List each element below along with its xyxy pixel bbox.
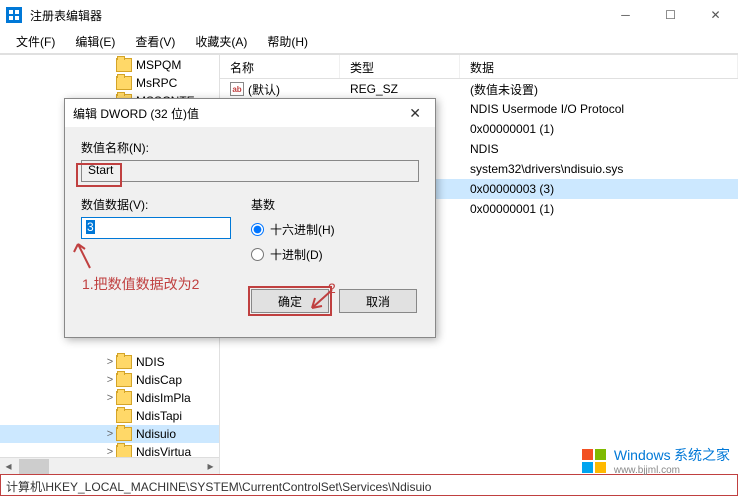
edit-dword-dialog: 编辑 DWORD (32 位)值 ✕ 数值名称(N): Start 数值数据(V… [64,98,436,338]
windows-logo-icon [580,447,608,475]
cell-name: ab (默认) [220,81,340,98]
folder-icon [116,355,132,369]
expand-icon[interactable]: > [104,392,116,404]
value-name-field[interactable]: Start [81,160,419,182]
col-type[interactable]: 类型 [340,55,460,78]
value-data-field[interactable]: 3 [81,217,231,239]
folder-icon [116,427,132,441]
scroll-thumb[interactable] [19,459,49,474]
value-data-label: 数值数据(V): [81,196,251,213]
cancel-button[interactable]: 取消 [339,289,417,313]
radio-hex[interactable]: 十六进制(H) [251,221,335,238]
cell-data: 0x00000001 (1) [460,122,738,136]
tree-item[interactable]: > Ndisuio [0,425,219,443]
window-title: 注册表编辑器 [30,7,102,24]
close-button[interactable]: ✕ [693,0,738,30]
string-value-icon: ab [230,82,244,96]
tree-item[interactable]: NdisTapi [0,407,219,425]
tree-item-label: Ndisuio [136,427,176,441]
statusbar-path: 计算机\HKEY_LOCAL_MACHINE\SYSTEM\CurrentCon… [0,474,738,496]
expand-icon[interactable]: > [104,428,116,440]
col-name[interactable]: 名称 [220,55,340,78]
folder-icon [116,409,132,423]
cell-data: NDIS [460,142,738,156]
radio-hex-input[interactable] [251,223,264,236]
folder-icon [116,373,132,387]
folder-icon [116,58,132,72]
watermark-suffix: 系统之家 [674,447,730,463]
menubar: 文件(F) 编辑(E) 查看(V) 收藏夹(A) 帮助(H) [0,30,738,54]
watermark-url: www.bjjml.com [614,465,730,476]
tree-item[interactable]: MSPQM [0,56,219,74]
cell-data: (数值未设置) [460,81,738,98]
cell-type: REG_SZ [340,82,460,96]
menu-help[interactable]: 帮助(H) [257,31,318,52]
tree-horizontal-scrollbar[interactable]: ◂ ▸ [0,457,219,474]
dialog-title: 编辑 DWORD (32 位)值 [73,105,199,122]
dialog-close-button[interactable]: ✕ [403,105,427,122]
radio-dec-input[interactable] [251,248,264,261]
cell-data: NDIS Usermode I/O Protocol [460,102,738,116]
folder-icon [116,76,132,90]
tree-item-label: NdisTapi [136,409,182,423]
tree-item-label: NdisCap [136,373,182,387]
window-titlebar: 注册表编辑器 ─ ☐ ✕ [0,0,738,30]
menu-favorites[interactable]: 收藏夹(A) [185,31,257,52]
regedit-icon [6,7,22,23]
list-row[interactable]: ab (默认) REG_SZ(数值未设置) [220,79,738,99]
expand-icon[interactable]: > [104,374,116,386]
expand-icon[interactable]: > [104,356,116,368]
tree-item-label: MsRPC [136,76,177,90]
value-name-label: 数值名称(N): [81,139,419,156]
minimize-button[interactable]: ─ [603,0,648,30]
maximize-button[interactable]: ☐ [648,0,693,30]
tree-item[interactable]: MsRPC [0,74,219,92]
tree-item-label: MSPQM [136,58,181,72]
base-label: 基数 [251,196,335,213]
radio-dec[interactable]: 十进制(D) [251,246,335,263]
tree-item[interactable]: > NdisImPla [0,389,219,407]
dialog-titlebar: 编辑 DWORD (32 位)值 ✕ [65,99,435,127]
cell-data: 0x00000001 (1) [460,202,738,216]
watermark: Windows 系统之家 www.bjjml.com [580,445,730,476]
cell-data: 0x00000003 (3) [460,182,738,196]
scroll-right-icon[interactable]: ▸ [202,458,219,475]
value-name: (默认) [248,81,280,98]
tree-item-label: NdisImPla [136,391,191,405]
col-data[interactable]: 数据 [460,55,738,78]
cell-data: system32\drivers\ndisuio.sys [460,162,738,176]
folder-icon [116,391,132,405]
menu-view[interactable]: 查看(V) [125,31,185,52]
list-header: 名称 类型 数据 [220,55,738,79]
scroll-left-icon[interactable]: ◂ [0,458,17,475]
tree-item-label: NDIS [136,355,165,369]
menu-edit[interactable]: 编辑(E) [65,31,125,52]
menu-file[interactable]: 文件(F) [6,31,65,52]
watermark-brand: Windows [614,447,671,463]
ok-button[interactable]: 确定 [251,289,329,313]
tree-item[interactable]: > NdisCap [0,371,219,389]
tree-item[interactable]: > NDIS [0,353,219,371]
